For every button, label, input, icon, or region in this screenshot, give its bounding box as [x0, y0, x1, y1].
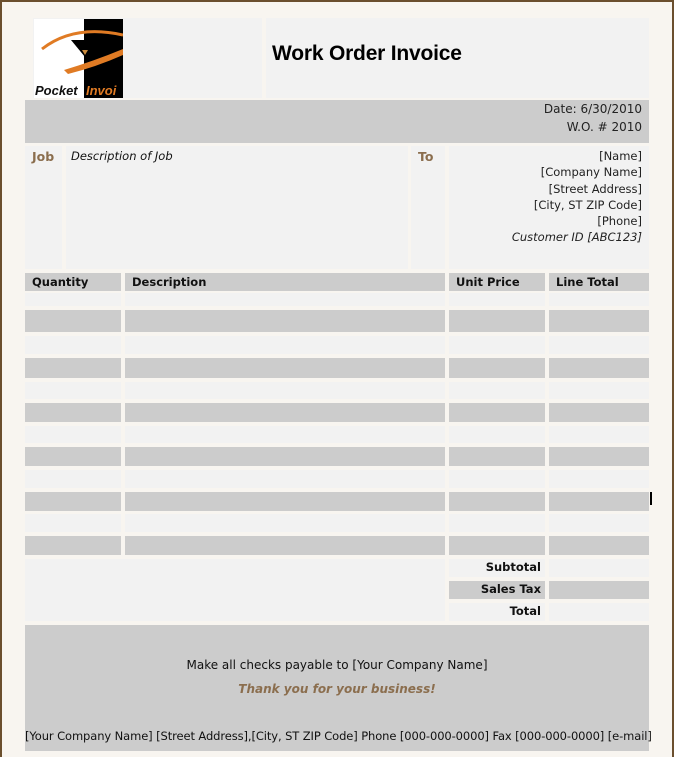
column-header-unit-price: Unit Price: [449, 273, 545, 291]
pocket-invoice-logo-icon: Pocket Invoi: [34, 19, 123, 98]
cell-line-total[interactable]: [549, 336, 649, 354]
window-frame-left: [0, 0, 2, 757]
cell-description[interactable]: [125, 426, 445, 443]
customer-company[interactable]: [Company Name]: [512, 164, 642, 180]
cell-line-total[interactable]: [549, 403, 649, 422]
cell-unit-price[interactable]: [449, 293, 545, 306]
cell-unit-price[interactable]: [449, 336, 545, 354]
cell-description[interactable]: [125, 336, 445, 354]
cell-quantity[interactable]: [25, 492, 121, 511]
cell-description[interactable]: [125, 492, 445, 511]
totals-spacer: [25, 559, 445, 621]
column-header-description: Description: [125, 273, 445, 291]
subtotal-value[interactable]: [549, 559, 649, 577]
cell-unit-price[interactable]: [449, 492, 545, 511]
thank-you-note[interactable]: Thank you for your business!: [25, 682, 649, 696]
sales-tax-value[interactable]: [549, 581, 649, 599]
column-header-quantity: Quantity: [25, 273, 121, 291]
text-cursor: [650, 492, 652, 505]
customer-street[interactable]: [Street Address]: [512, 181, 642, 197]
cell-description[interactable]: [125, 514, 445, 532]
company-contact-line[interactable]: [Your Company Name] [Street Address],[Ci…: [25, 729, 652, 743]
cell-line-total[interactable]: [549, 293, 649, 306]
cell-unit-price[interactable]: [449, 382, 545, 399]
cell-line-total[interactable]: [549, 492, 649, 511]
total-label: Total: [449, 603, 545, 621]
payable-note[interactable]: Make all checks payable to [Your Company…: [25, 658, 649, 672]
company-logo: Pocket Invoi: [34, 19, 123, 98]
customer-name[interactable]: [Name]: [512, 148, 642, 164]
cell-quantity[interactable]: [25, 336, 121, 354]
logo-cell: Pocket Invoi: [33, 18, 262, 98]
cell-line-total[interactable]: [549, 382, 649, 399]
cell-description[interactable]: [125, 382, 445, 399]
job-description-cell[interactable]: Description of Job: [66, 146, 408, 269]
window-frame-top: [0, 0, 674, 2]
title-cell: Work Order Invoice: [266, 18, 649, 98]
cell-unit-price[interactable]: [449, 447, 545, 466]
cell-description[interactable]: [125, 403, 445, 422]
subtotal-label: Subtotal: [449, 559, 545, 577]
svg-text:Invoi: Invoi: [86, 83, 117, 98]
cell-quantity[interactable]: [25, 470, 121, 488]
sales-tax-label: Sales Tax: [449, 581, 545, 599]
cell-line-total[interactable]: [549, 310, 649, 332]
page-title: Work Order Invoice: [272, 42, 462, 65]
cell-quantity[interactable]: [25, 382, 121, 399]
cell-line-total[interactable]: [549, 514, 649, 532]
cell-description[interactable]: [125, 310, 445, 332]
date-bar: Date: 6/30/2010 W.O. # 2010: [25, 100, 649, 143]
svg-text:Pocket: Pocket: [35, 83, 78, 98]
job-description[interactable]: Description of Job: [71, 149, 173, 163]
cell-line-total[interactable]: [549, 447, 649, 466]
cell-quantity[interactable]: [25, 358, 121, 378]
cell-unit-price[interactable]: [449, 358, 545, 378]
to-label-cell: To: [411, 146, 445, 269]
cell-quantity[interactable]: [25, 447, 121, 466]
cell-unit-price[interactable]: [449, 470, 545, 488]
cell-quantity[interactable]: [25, 310, 121, 332]
cell-line-total[interactable]: [549, 470, 649, 488]
cell-description[interactable]: [125, 293, 445, 306]
total-value[interactable]: [549, 603, 649, 621]
cell-quantity[interactable]: [25, 426, 121, 443]
cell-line-total[interactable]: [549, 536, 649, 555]
cell-quantity[interactable]: [25, 293, 121, 306]
customer-id[interactable]: Customer ID [ABC123]: [512, 229, 642, 245]
cell-quantity[interactable]: [25, 514, 121, 532]
cell-quantity[interactable]: [25, 536, 121, 555]
customer-city[interactable]: [City, ST ZIP Code]: [512, 197, 642, 213]
invoice-date[interactable]: Date: 6/30/2010: [544, 102, 642, 116]
cell-unit-price[interactable]: [449, 310, 545, 332]
bill-to-cell[interactable]: [Name] [Company Name] [Street Address] […: [449, 146, 649, 269]
column-header-line-total: Line Total: [549, 273, 649, 291]
job-label: Job: [32, 149, 55, 164]
bill-to-address: [Name] [Company Name] [Street Address] […: [512, 148, 642, 246]
cell-unit-price[interactable]: [449, 426, 545, 443]
work-order-number[interactable]: W.O. # 2010: [567, 120, 642, 134]
cell-description[interactable]: [125, 447, 445, 466]
job-label-cell: Job: [25, 146, 62, 269]
cell-description[interactable]: [125, 470, 445, 488]
customer-phone[interactable]: [Phone]: [512, 213, 642, 229]
cell-line-total[interactable]: [549, 358, 649, 378]
cell-description[interactable]: [125, 536, 445, 555]
cell-unit-price[interactable]: [449, 536, 545, 555]
to-label: To: [418, 149, 434, 164]
cell-description[interactable]: [125, 358, 445, 378]
cell-quantity[interactable]: [25, 403, 121, 422]
cell-unit-price[interactable]: [449, 403, 545, 422]
cell-line-total[interactable]: [549, 426, 649, 443]
cell-unit-price[interactable]: [449, 514, 545, 532]
footer: Make all checks payable to [Your Company…: [25, 625, 652, 751]
